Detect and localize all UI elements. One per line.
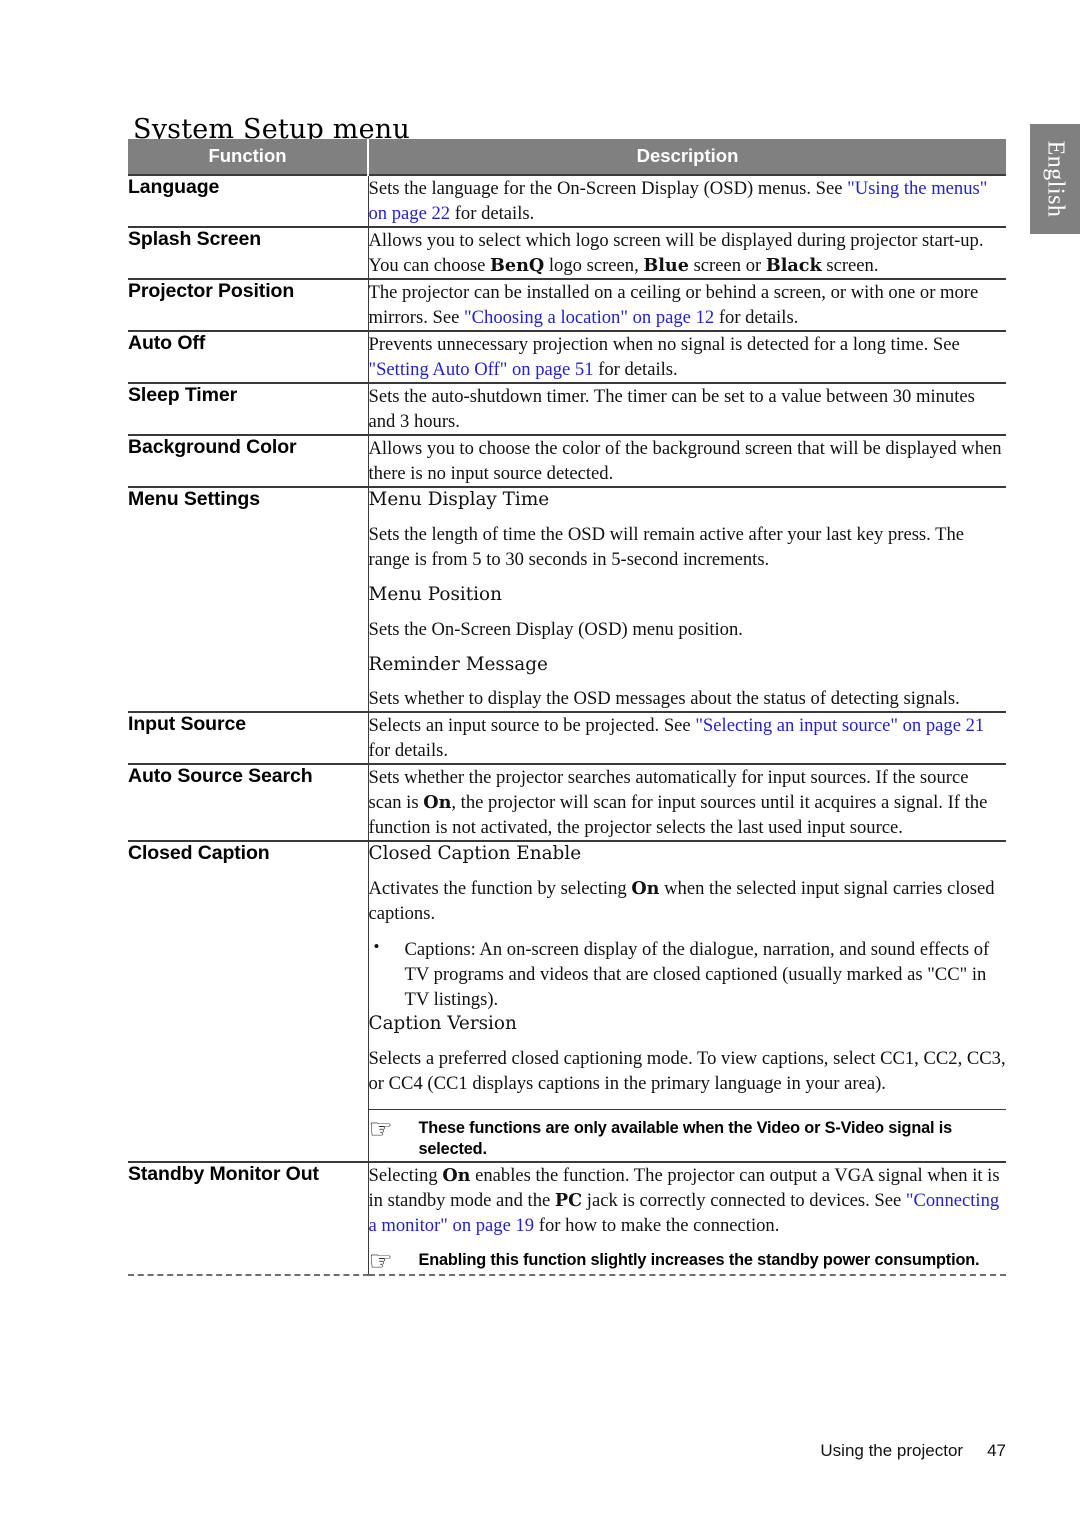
description-cell: Menu Display Time Sets the length of time… — [368, 485, 1006, 713]
function-name-cell: Projector Position — [128, 278, 369, 331]
note-callout: ☞ Enabling this function slightly increas… — [368, 1245, 1007, 1277]
cross-reference-link[interactable]: "Selecting an input source" on page 21 — [695, 715, 984, 736]
description-paragraph: Selects an input source to be projected.… — [368, 715, 985, 762]
description-paragraph: Allows you to select which logo screen w… — [368, 230, 984, 276]
function-name-cell: Background Color — [128, 434, 369, 487]
table-row: Auto Source Search Sets whether the proje… — [128, 763, 1006, 842]
description-paragraph: Sets the language for the On-Screen Disp… — [368, 178, 988, 224]
description-cell: Closed Caption Enable Activates the funct… — [368, 840, 1007, 1162]
description-paragraph: Selecting On enables the function. The p… — [368, 1164, 1000, 1236]
description-cell: Selects an input source to be projected.… — [368, 711, 1006, 765]
cross-reference-link[interactable]: "Choosing a location" on page 12 — [464, 307, 714, 328]
table-row: Background Color Allows you to choose the… — [128, 434, 1006, 487]
function-name-cell: Language — [128, 174, 369, 227]
function-name-label: Sleep Timer — [128, 384, 238, 406]
column-header-description: Description — [368, 139, 1006, 175]
language-tab-label: English — [1042, 140, 1069, 218]
description-paragraph: Sets the On-Screen Display (OSD) menu po… — [368, 618, 743, 640]
function-name-cell: Standby Monitor Out — [128, 1160, 369, 1276]
function-name-cell: Closed Caption — [128, 840, 369, 1162]
function-name-label: Projector Position — [128, 280, 295, 302]
function-name-label: Input Source — [128, 713, 246, 736]
table-row: Sleep Timer Sets the auto-shutdown timer.… — [128, 382, 1006, 435]
language-tab: English — [1030, 124, 1080, 234]
function-name-label: Standby Monitor Out — [128, 1162, 319, 1185]
list-item: Captions: An on-screen display of the di… — [369, 936, 1007, 1012]
column-header-function: Function — [128, 139, 369, 175]
description-cell: Sets the auto-shutdown timer. The timer … — [368, 382, 1006, 435]
function-name-label: Splash Screen — [128, 228, 262, 250]
function-name-cell: Auto Off — [128, 330, 369, 383]
description-paragraph: Allows you to choose the color of the ba… — [368, 438, 1002, 484]
description-cell: The projector can be installed on a ceil… — [368, 278, 1006, 331]
emphasis-term: Black — [765, 255, 822, 276]
sub-setting-heading: Caption Version — [368, 1013, 517, 1034]
sub-setting-heading: Menu Position — [368, 583, 502, 605]
description-paragraph: The projector can be installed on a ceil… — [368, 282, 979, 328]
table-row: Menu Settings Menu Display Time Sets the l… — [128, 485, 1006, 713]
emphasis-term: On — [442, 1164, 471, 1186]
sub-setting-heading: Closed Caption Enable — [368, 843, 582, 865]
table-row: Projector Position The projector can be i… — [128, 278, 1006, 331]
function-name-cell: Splash Screen — [128, 226, 369, 279]
function-name-cell: Menu Settings — [128, 485, 369, 713]
function-name-label: Closed Caption — [128, 842, 270, 865]
emphasis-term: BenQ — [490, 255, 545, 276]
emphasis-term: On — [631, 878, 660, 899]
description-paragraph: Selects a preferred closed captioning mo… — [368, 1047, 1006, 1094]
table-header-row: Function Description — [128, 139, 1006, 175]
description-paragraph: Sets whether to display the OSD messages… — [368, 688, 960, 710]
table-row: Splash Screen Allows you to select which … — [128, 226, 1006, 279]
emphasis-term: PC — [554, 1189, 583, 1211]
description-cell: Selecting On enables the function. The p… — [368, 1160, 1007, 1277]
table-row: Standby Monitor Out Selecting On enables … — [128, 1160, 1007, 1277]
cross-reference-link[interactable]: "Using the menus" on page 22 — [369, 178, 988, 224]
note-text: These functions are only available when … — [418, 1118, 953, 1159]
function-name-cell: Auto Source Search — [128, 763, 369, 842]
description-cell: Allows you to choose the color of the ba… — [368, 434, 1006, 487]
table-row: Closed Caption Closed Caption Enable Activ… — [128, 840, 1007, 1162]
pointing-hand-icon: ☞ — [368, 1245, 393, 1277]
table-row: Language Sets the language for the On-Scr… — [128, 174, 1006, 227]
sub-setting-heading: Menu Display Time — [368, 489, 550, 510]
description-paragraph: Sets the length of time the OSD will rem… — [368, 523, 965, 570]
cross-reference-link[interactable]: "Connecting a monitor" on page 19 — [369, 1190, 1000, 1236]
table-body: Language Sets the language for the On-Scr… — [128, 174, 1007, 1277]
function-name-cell: Sleep Timer — [128, 382, 369, 435]
function-name-cell: Input Source — [128, 711, 369, 765]
system-setup-menu-table: Function Description Language Sets the la… — [128, 139, 1006, 1276]
description-cell: Sets the language for the On-Screen Disp… — [368, 174, 1006, 227]
description-cell: Sets whether the projector searches auto… — [368, 763, 1006, 842]
footer-page-number: 47 — [987, 1441, 1006, 1460]
table-header: Function Description — [128, 139, 1006, 175]
cross-reference-link[interactable]: "Setting Auto Off" on page 51 — [369, 359, 594, 380]
description-paragraph: Activates the function by selecting On w… — [368, 878, 995, 924]
function-name-label: Background Color — [128, 436, 297, 458]
table-row: Input Source Selects an input source to b… — [128, 711, 1006, 765]
function-name-label: Auto Off — [128, 332, 206, 354]
pointing-hand-icon: ☞ — [368, 1113, 393, 1145]
emphasis-term: Blue — [643, 255, 689, 276]
description-cell: Allows you to select which logo screen w… — [368, 226, 1006, 279]
description-cell: Prevents unnecessary projection when no … — [368, 330, 1006, 383]
function-name-label: Auto Source Search — [128, 765, 313, 788]
table-row: Auto Off Prevents unnecessary projection … — [128, 330, 1006, 383]
sub-setting-heading: Reminder Message — [368, 653, 548, 675]
footer-section-label: Using the projector — [820, 1441, 964, 1460]
emphasis-term: On — [423, 792, 452, 814]
note-callout: ☞ These functions are only available when… — [368, 1108, 1006, 1161]
description-paragraph: Sets the auto-shutdown timer. The timer … — [368, 386, 975, 432]
description-paragraph: Prevents unnecessary projection when no … — [368, 334, 960, 380]
function-name-label: Menu Settings — [128, 488, 260, 510]
page-footer: Using the projector 47 — [0, 1441, 1006, 1461]
bullet-list: Captions: An on-screen display of the di… — [369, 936, 1007, 1012]
note-text: Enabling this function slightly increase… — [418, 1250, 980, 1269]
description-paragraph: Sets whether the projector searches auto… — [368, 767, 988, 839]
function-name-label: Language — [128, 176, 220, 198]
